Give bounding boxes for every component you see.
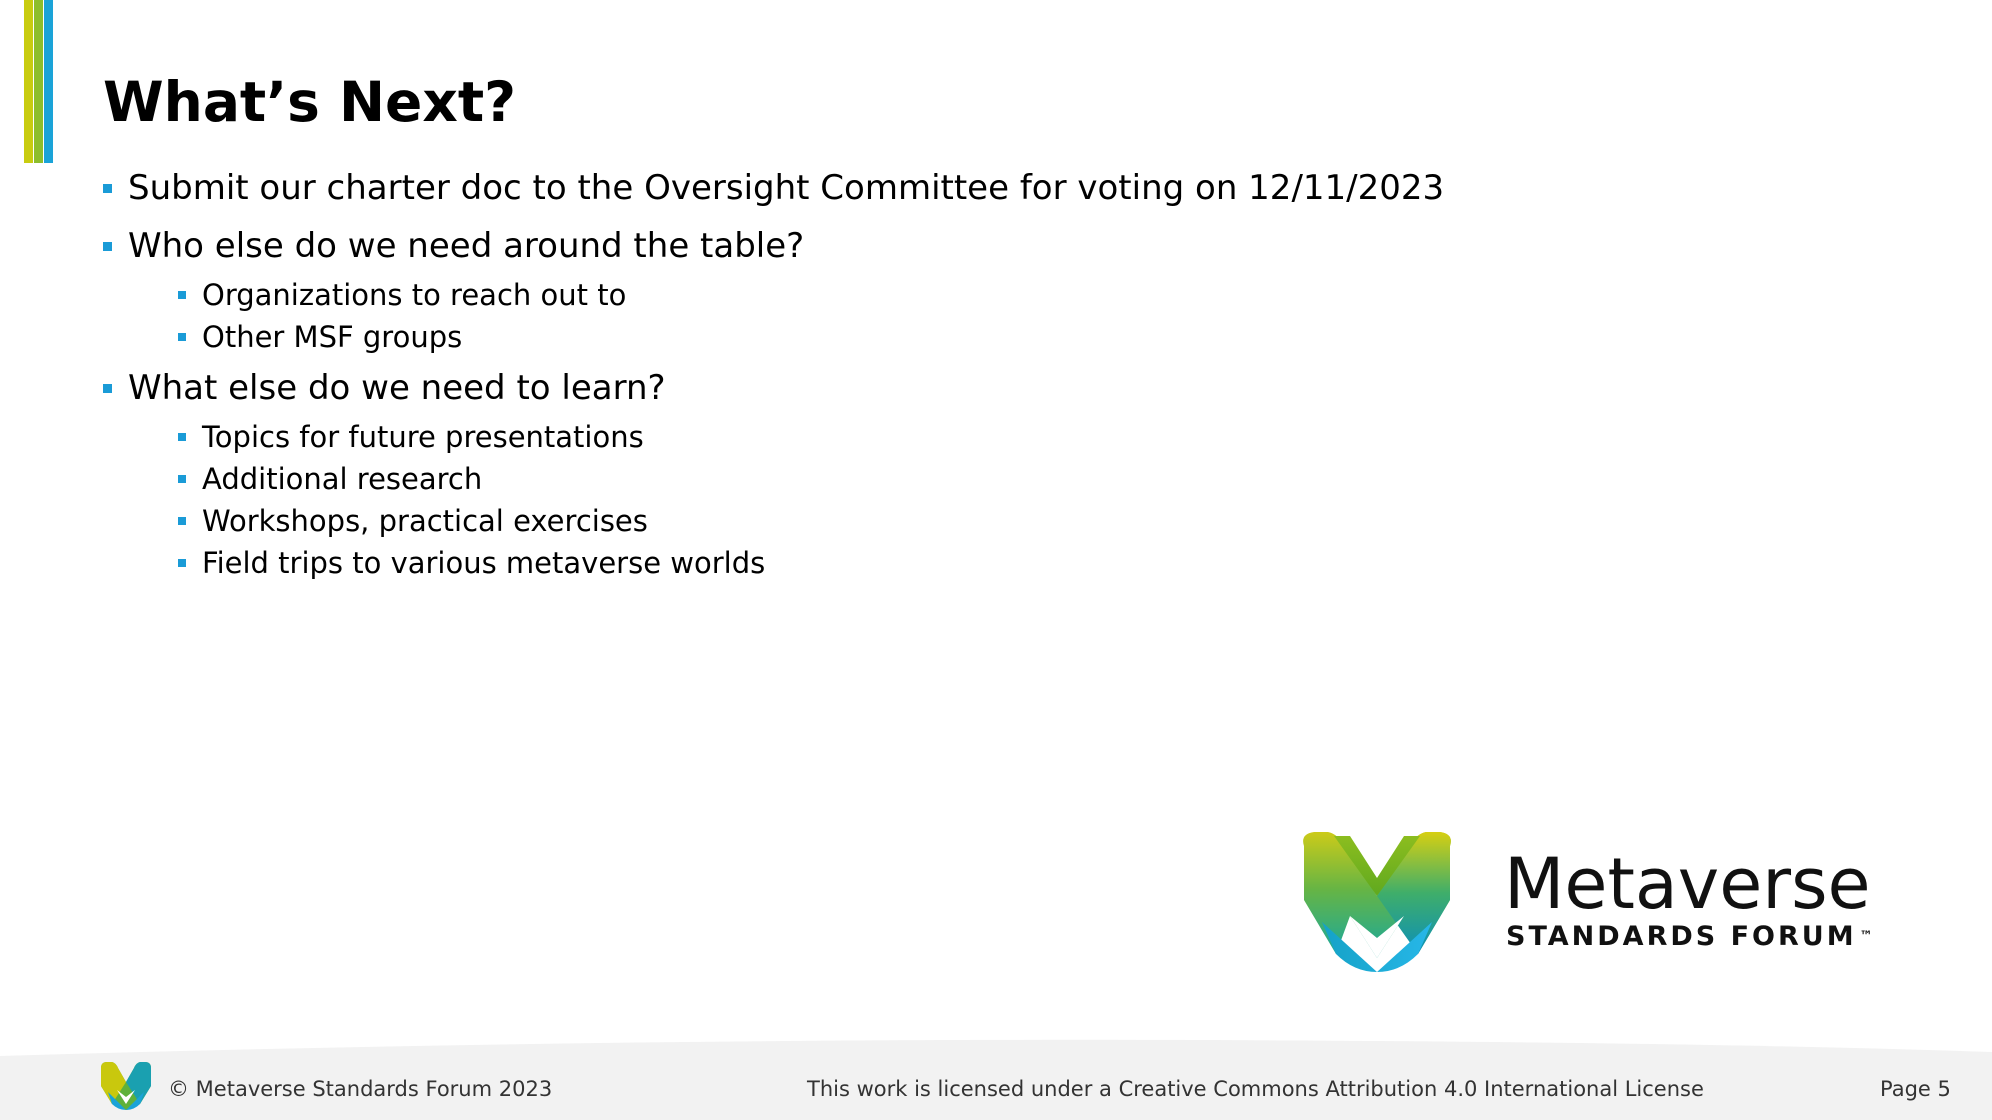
bullet-square-icon <box>103 241 112 251</box>
footer-copyright: © Metaverse Standards Forum 2023 <box>168 1077 553 1101</box>
bullet-square-icon <box>178 433 186 441</box>
footer-license: This work is licensed under a Creative C… <box>807 1077 1704 1101</box>
sub-bullet-item: Other MSF groups <box>178 316 1803 358</box>
sub-bullet-text: Other MSF groups <box>202 320 463 354</box>
bullet-text: Submit our charter doc to the Oversight … <box>128 168 1445 208</box>
bullet-item: Who else do we need around the table? <box>103 218 1803 274</box>
bullet-item: What else do we need to learn? <box>103 360 1803 416</box>
page-number: Page 5 <box>1880 1077 1951 1101</box>
bullet-item: Submit our charter doc to the Oversight … <box>103 160 1803 216</box>
bullet-square-icon <box>178 475 186 483</box>
trademark-symbol: ™ <box>1859 929 1873 944</box>
sub-bullet-item: Field trips to various metaverse worlds <box>178 542 1803 584</box>
accent-bars <box>24 0 54 163</box>
logo-wordmark: Metaverse <box>1504 843 1871 925</box>
accent-bar-green <box>34 0 43 163</box>
logo-subtitle: STANDARDS FORUM ™ <box>1506 921 1873 953</box>
sub-bullet-text: Topics for future presentations <box>202 420 644 454</box>
sub-bullet-item: Workshops, practical exercises <box>178 500 1803 542</box>
sub-bullet-item: Topics for future presentations <box>178 416 1803 458</box>
bullet-square-icon <box>178 291 186 299</box>
sub-bullet-text: Workshops, practical exercises <box>202 504 648 538</box>
sub-bullet-text: Field trips to various metaverse worlds <box>202 546 766 580</box>
slide-title: What’s Next? <box>103 70 517 134</box>
sub-bullet-item: Additional research <box>178 458 1803 500</box>
bullet-square-icon <box>178 333 186 341</box>
bullet-square-icon <box>103 383 112 393</box>
footer-logo-icon <box>101 1062 151 1110</box>
bullet-square-icon <box>178 559 186 567</box>
bullet-square-icon <box>103 183 112 193</box>
logo-subtitle-text: STANDARDS FORUM <box>1506 921 1857 952</box>
msf-logo-icon <box>1303 832 1451 972</box>
sub-bullet-text: Organizations to reach out to <box>202 278 627 312</box>
bullet-square-icon <box>178 517 186 525</box>
accent-bar-blue <box>44 0 53 163</box>
sub-bullet-item: Organizations to reach out to <box>178 274 1803 316</box>
sub-bullet-list: Organizations to reach out to Other MSF … <box>178 274 1803 358</box>
bullet-list: Submit our charter doc to the Oversight … <box>103 160 1803 584</box>
sub-bullet-text: Additional research <box>202 462 483 496</box>
bullet-text: Who else do we need around the table? <box>128 226 805 266</box>
sub-bullet-list: Topics for future presentations Addition… <box>178 416 1803 584</box>
bullet-text: What else do we need to learn? <box>128 368 666 408</box>
accent-bar-yellow <box>24 0 33 163</box>
